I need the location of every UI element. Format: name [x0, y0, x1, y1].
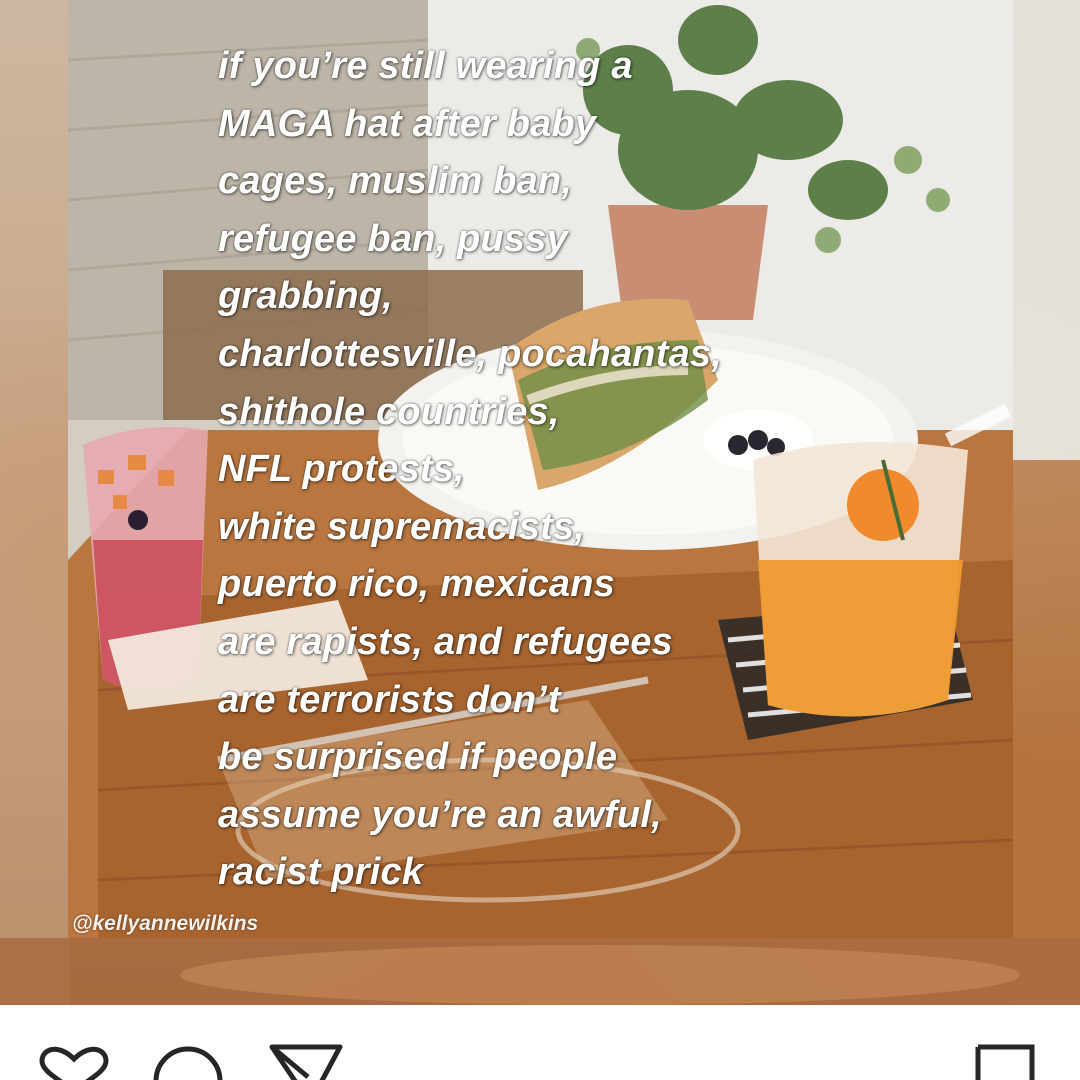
send-icon[interactable] [268, 1043, 344, 1080]
post-image[interactable]: if you’re still wearing a MAGA hat after… [68, 0, 1013, 938]
post-quote-text: if you’re still wearing a MAGA hat after… [218, 45, 722, 894]
comment-icon[interactable] [150, 1043, 226, 1080]
post-action-bar [0, 1005, 1080, 1080]
heart-icon[interactable] [36, 1043, 112, 1080]
bookmark-icon[interactable] [968, 1043, 1044, 1080]
watermark-username: @kellyannewilkins [72, 912, 259, 935]
instagram-post-screen: if you’re still wearing a MAGA hat after… [0, 0, 1080, 1080]
